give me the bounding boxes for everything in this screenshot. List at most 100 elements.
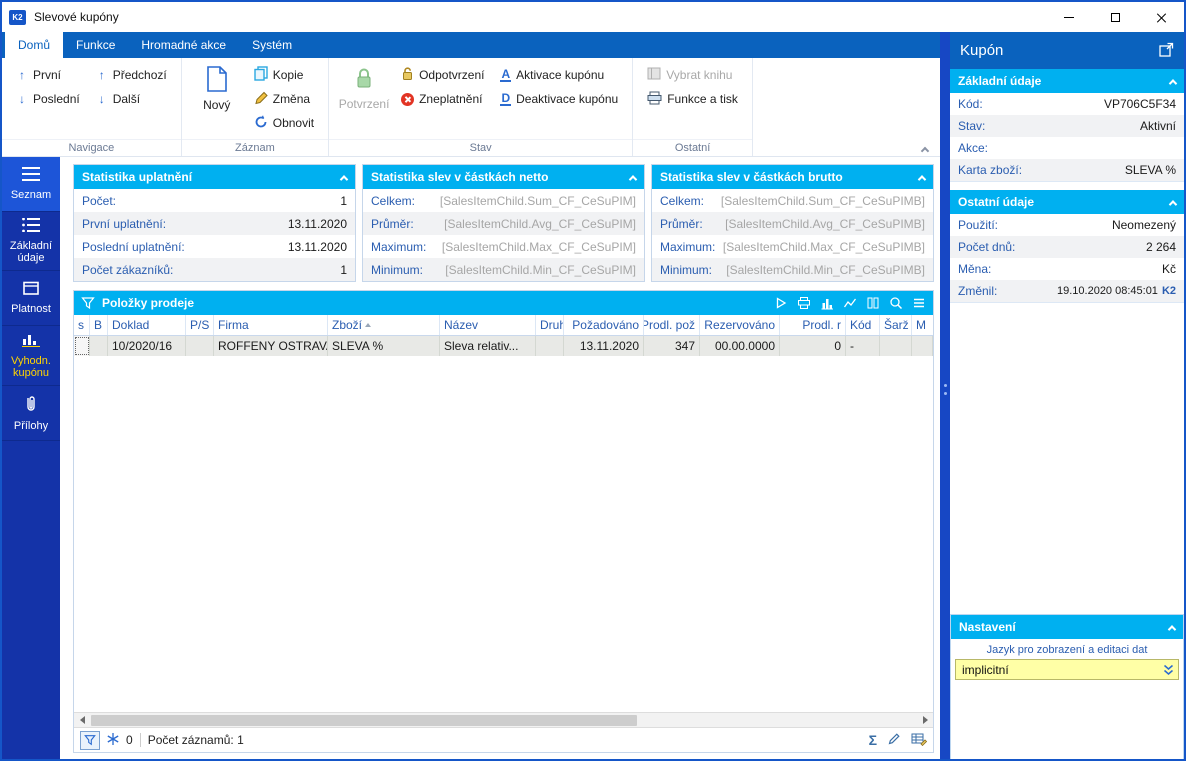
open-in-window-icon[interactable] [1159,42,1174,60]
chevron-up-icon [339,175,349,184]
tab-domu[interactable]: Domů [5,32,64,58]
stat-value: [SalesItemChild.Avg_CF_CeSuPIMB] [725,216,925,231]
zoom-icon[interactable] [889,296,903,310]
column-header-sarz[interactable]: Šarž [880,315,912,335]
columns-icon[interactable] [866,296,880,310]
cell-prodl-r: 0 [780,336,846,356]
deactivate-coupon-button[interactable]: D Deaktivace kupónu [494,87,624,111]
column-header-firma[interactable]: Firma [214,315,328,335]
confirm-button[interactable]: Potvrzení [337,63,391,111]
activate-coupon-button[interactable]: A Aktivace kupónu [494,63,624,87]
scrollbar-track[interactable] [90,713,917,727]
last-record-button[interactable]: ↓ Poslední [10,87,86,111]
copy-button[interactable]: Kopie [248,63,320,87]
horizontal-scrollbar[interactable] [74,712,933,727]
grid-status-tools: Σ [869,732,928,749]
sidebar-item-seznam[interactable]: Seznam [2,157,60,212]
detail-user-value: K2 [1161,285,1176,297]
column-header-prodl-r[interactable]: Prodl. r [780,315,846,335]
stat-value: [SalesItemChild.Max_CF_CeSuPIM] [441,239,636,254]
edit-table-icon[interactable] [911,732,928,749]
edit-button[interactable]: Změna [248,87,320,111]
sidebar-item-label: Vyhodn. kupónu [11,355,51,379]
column-header-m[interactable]: M [912,315,933,335]
bar-chart-icon[interactable] [820,296,834,310]
filter-funnel-icon[interactable] [81,296,95,310]
stat-label: Průměr: [371,216,414,231]
print-icon[interactable] [797,296,811,310]
maximize-button[interactable] [1092,2,1138,32]
sidebar-item-vyhodnoceni-kuponu[interactable]: Vyhodn. kupónu [2,326,60,386]
minimize-button[interactable] [1046,2,1092,32]
column-header-ps[interactable]: P/S [186,315,214,335]
frozen-records-icon[interactable] [107,732,119,748]
chevron-up-icon [1168,79,1178,88]
stat-row: Průměr: [SalesItemChild.Avg_CF_CeSuPIM] [363,212,644,235]
group-label-zaznam: Záznam [181,139,329,156]
panel-header: Statistika uplatnění [74,165,355,189]
first-record-button[interactable]: ↑ První [10,63,86,87]
column-header-pozadovano[interactable]: Požadováno [564,315,644,335]
detail-label: Karta zboží: [958,163,1023,177]
column-header-doklad[interactable]: Doklad [108,315,186,335]
filter-toggle-button[interactable] [80,730,100,750]
minimize-icon [1064,16,1074,18]
column-header-zbozi[interactable]: Zboží [328,315,440,335]
column-header-prodl-poz[interactable]: Prodl. pož [644,315,700,335]
sidebar-item-platnost[interactable]: Platnost [2,271,60,326]
button-label: První [33,68,62,82]
detail-value: 2 264 [1145,240,1176,254]
refresh-button[interactable]: Obnovit [248,111,320,135]
run-icon[interactable] [774,296,788,310]
collapse-panel-button[interactable] [339,170,349,184]
unconfirm-button[interactable]: Odpotvrzení [395,63,490,87]
chevron-up-icon [628,175,638,184]
collapse-section-button[interactable] [1167,620,1177,634]
line-chart-icon[interactable] [843,296,857,310]
previous-record-button[interactable]: ↑ Předchozí [90,63,173,87]
collapse-section-button[interactable] [1168,195,1178,209]
collapse-section-button[interactable] [1168,74,1178,88]
sidebar-item-zakladni-udaje[interactable]: Základní údaje [2,212,60,271]
tab-funkce[interactable]: Funkce [63,32,128,58]
edit-pencil-icon[interactable] [887,732,901,749]
column-header-rezervovano[interactable]: Rezervováno [700,315,780,335]
functions-print-button[interactable]: Funkce a tisk [641,87,744,111]
column-header-druh[interactable]: Druh [536,315,564,335]
collapse-panel-button[interactable] [917,170,927,184]
chevron-up-icon [1168,200,1178,209]
scroll-right-button[interactable] [917,713,933,727]
collapse-ribbon-button[interactable] [920,143,930,156]
sidebar-item-prilohy[interactable]: Přílohy [2,386,60,441]
cell-pozadovano: 13.11.2020 [564,336,644,356]
panel-splitter[interactable] [940,32,950,759]
new-record-button[interactable]: Nový [190,63,244,112]
cell-kod: - [846,336,880,356]
stat-label: Počet: [82,193,117,208]
column-header-nazev[interactable]: Název [440,315,536,335]
column-header-s[interactable]: s [74,315,90,335]
scrollbar-thumb[interactable] [91,715,637,726]
table-row[interactable]: 10/2020/16 ROFFENY OSTRAVA SLEVA % Sleva… [74,336,933,356]
language-select[interactable]: implicitní [955,659,1179,680]
section-header: Ostatní údaje [950,190,1184,214]
column-header-b[interactable]: B [90,315,108,335]
next-record-button[interactable]: ↓ Další [90,87,173,111]
column-header-kod[interactable]: Kód [846,315,880,335]
stat-label: Maximum: [660,239,716,254]
collapse-panel-button[interactable] [628,170,638,184]
close-button[interactable] [1138,2,1184,32]
stat-label: První uplatnění: [82,216,167,231]
letter-d-icon: D [500,90,512,106]
window-controls [1046,2,1184,32]
cell-sarz [880,336,912,356]
select-book-button[interactable]: Vybrat knihu [641,63,744,87]
ribbon-group-ostatni: Vybrat knihu Funkce a tisk Ostatní [633,58,753,156]
scroll-left-button[interactable] [74,713,90,727]
tab-system[interactable]: Systém [239,32,305,58]
sum-icon[interactable]: Σ [869,733,877,747]
menu-icon[interactable] [912,296,926,310]
cell-zbozi: SLEVA % [328,336,440,356]
tab-hromadne-akce[interactable]: Hromadné akce [128,32,239,58]
invalidate-button[interactable]: Zneplatnění [395,87,490,111]
